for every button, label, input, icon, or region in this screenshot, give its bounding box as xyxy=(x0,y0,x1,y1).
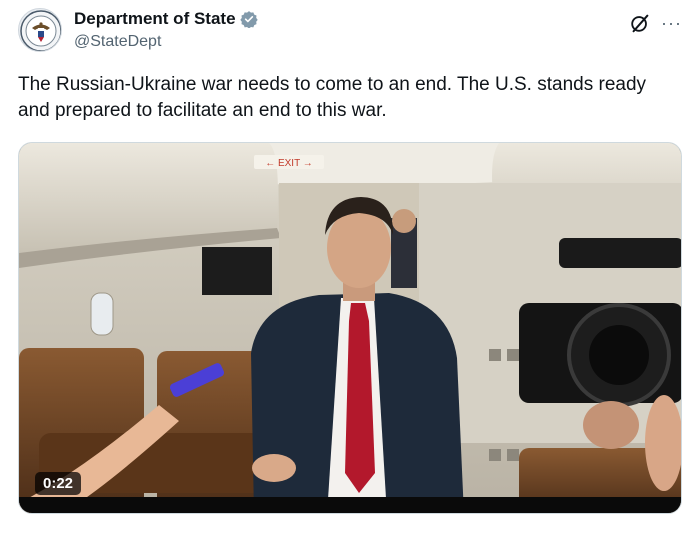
display-name-row: Department of State xyxy=(74,8,258,30)
display-name[interactable]: Department of State xyxy=(74,9,236,29)
video-duration: 0:22 xyxy=(35,472,82,495)
exit-sign: ← EXIT → xyxy=(265,158,313,169)
author-names: Department of State @StateDept xyxy=(74,8,258,51)
post-header: Department of State @StateDept ··· xyxy=(18,8,682,58)
video-thumbnail: ← EXIT → xyxy=(19,143,681,513)
verified-badge-icon xyxy=(239,11,258,28)
grok-icon[interactable] xyxy=(629,12,651,34)
video-player[interactable]: ← EXIT → 0:22 xyxy=(18,142,682,514)
seal-icon xyxy=(20,10,61,51)
handle[interactable]: @StateDept xyxy=(74,33,258,51)
video-progress-bar[interactable] xyxy=(19,497,681,513)
post-actions: ··· xyxy=(629,12,682,34)
avatar[interactable] xyxy=(18,8,62,52)
post-text: The Russian-Ukraine war needs to come to… xyxy=(18,74,647,121)
more-dots-icon[interactable]: ··· xyxy=(661,14,682,32)
